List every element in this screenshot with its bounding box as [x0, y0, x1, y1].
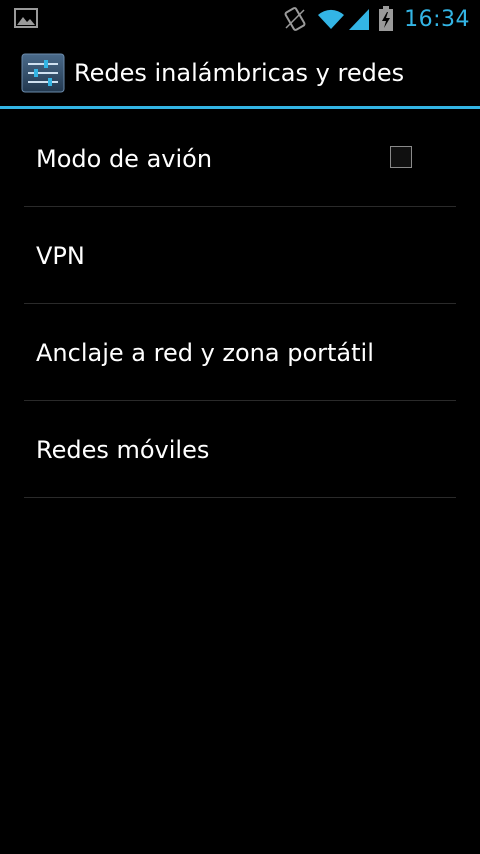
- page-title: Redes inalámbricas y redes: [74, 59, 405, 87]
- screen-rotation-icon: [282, 6, 308, 32]
- list-item-vpn[interactable]: VPN: [24, 207, 456, 304]
- list-item-mobile-networks[interactable]: Redes móviles: [24, 401, 456, 498]
- battery-charging-icon: [378, 6, 394, 32]
- list-item-airplane-mode[interactable]: Modo de avión: [24, 110, 456, 207]
- status-icons: 16:34: [282, 0, 470, 38]
- signal-icon: [348, 7, 370, 31]
- airplane-mode-checkbox[interactable]: [390, 146, 412, 168]
- settings-list: Modo de avión VPN Anclaje a red y zona p…: [24, 110, 456, 498]
- list-item-label: Modo de avión: [36, 145, 213, 173]
- list-item-label: Redes móviles: [36, 436, 210, 464]
- wifi-icon: [316, 7, 346, 31]
- action-bar: Redes inalámbricas y redes: [0, 38, 480, 109]
- status-clock: 16:34: [404, 6, 470, 32]
- list-item-tethering-hotspot[interactable]: Anclaje a red y zona portátil: [24, 304, 456, 401]
- settings-sliders-icon[interactable]: [21, 53, 65, 93]
- list-item-label: Anclaje a red y zona portátil: [36, 339, 374, 367]
- status-bar: 16:34: [0, 0, 480, 38]
- list-item-label: VPN: [36, 242, 85, 270]
- image-notification-icon: [14, 8, 38, 28]
